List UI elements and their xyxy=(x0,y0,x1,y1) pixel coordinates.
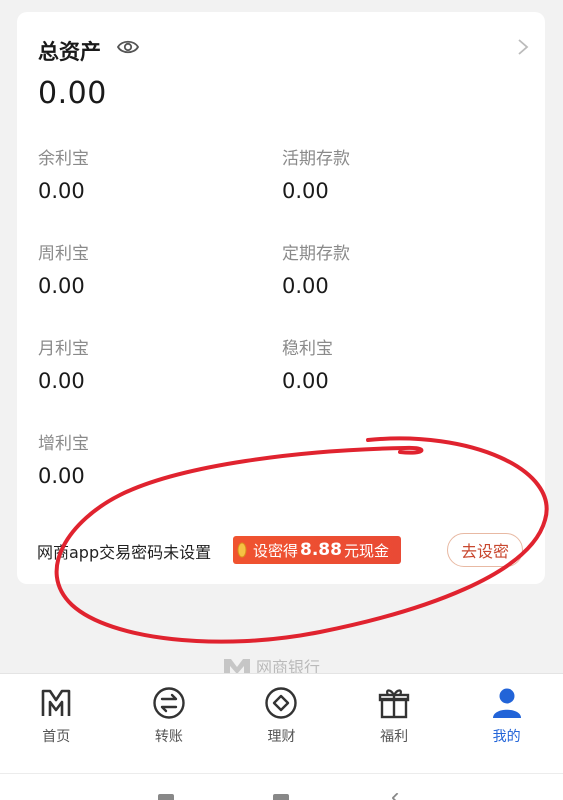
asset-card: 总资产 0.00 余利宝 0.00 活期存款 0.00 周利宝 0.00 定期存… xyxy=(17,12,545,584)
tab-mine[interactable]: 我的 xyxy=(450,674,563,773)
asset-item-zhoulibao[interactable]: 周利宝 0.00 xyxy=(38,239,238,298)
total-assets-label: 总资产 xyxy=(38,40,101,64)
asset-item-label: 余利宝 xyxy=(38,149,89,169)
asset-item-demand-deposit[interactable]: 活期存款 0.00 xyxy=(282,144,482,203)
tab-label: 理财 xyxy=(267,729,296,745)
transfer-icon xyxy=(153,687,185,719)
badge-suffix: 元现金 xyxy=(343,541,389,560)
eye-icon[interactable] xyxy=(117,38,139,56)
tab-label: 福利 xyxy=(380,729,409,745)
asset-item-label: 活期存款 xyxy=(282,149,350,169)
tab-label: 首页 xyxy=(42,729,71,745)
asset-item-value: 0.00 xyxy=(38,464,85,488)
asset-item-yuelibao[interactable]: 月利宝 0.00 xyxy=(38,334,238,393)
tab-home[interactable]: 首页 xyxy=(0,674,113,773)
asset-item-label: 稳利宝 xyxy=(282,339,333,359)
asset-item-value: 0.00 xyxy=(38,179,85,203)
total-assets-value: 0.00 xyxy=(38,76,107,111)
wealth-icon xyxy=(265,687,298,719)
set-password-button[interactable]: 去设密 xyxy=(447,533,523,567)
menu-icon[interactable] xyxy=(158,794,174,800)
asset-item-label: 增利宝 xyxy=(38,434,89,454)
tab-wealth[interactable]: 理财 xyxy=(225,674,338,773)
asset-item-fixed-deposit[interactable]: 定期存款 0.00 xyxy=(282,239,482,298)
home-m-icon xyxy=(41,689,71,716)
system-nav-bar xyxy=(0,773,563,800)
coin-icon xyxy=(237,542,247,558)
cash-reward-badge: 设密得 8.88 元现金 xyxy=(233,536,401,564)
asset-item-yulibao[interactable]: 余利宝 0.00 xyxy=(38,144,238,203)
chevron-right-icon[interactable] xyxy=(517,38,529,56)
badge-prefix: 设密得 xyxy=(253,541,299,560)
password-not-set-text: 网商app交易密码未设置 xyxy=(37,543,212,562)
user-icon xyxy=(492,688,521,718)
asset-item-zenglibao[interactable]: 增利宝 0.00 xyxy=(38,429,238,488)
asset-item-label: 定期存款 xyxy=(282,244,350,264)
home-button-icon[interactable] xyxy=(273,794,289,800)
asset-item-label: 周利宝 xyxy=(38,244,89,264)
asset-item-wenlibao[interactable]: 稳利宝 0.00 xyxy=(282,334,482,393)
asset-item-value: 0.00 xyxy=(282,369,329,393)
asset-item-value: 0.00 xyxy=(282,179,329,203)
password-promo-row: 网商app交易密码未设置 设密得 8.88 元现金 去设密 xyxy=(17,532,545,568)
asset-item-value: 0.00 xyxy=(38,369,85,393)
asset-item-value: 0.00 xyxy=(282,274,329,298)
badge-amount: 8.88 xyxy=(300,540,342,560)
tab-label: 转账 xyxy=(154,729,183,745)
tab-label: 我的 xyxy=(492,729,521,745)
bottom-tab-bar: 首页 转账 理财 福利 我的 xyxy=(0,673,563,773)
asset-item-value: 0.00 xyxy=(38,274,85,298)
tab-welfare[interactable]: 福利 xyxy=(338,674,451,773)
back-icon[interactable] xyxy=(391,792,403,800)
asset-item-label: 月利宝 xyxy=(38,339,89,359)
gift-icon xyxy=(378,689,410,719)
tab-transfer[interactable]: 转账 xyxy=(113,674,226,773)
